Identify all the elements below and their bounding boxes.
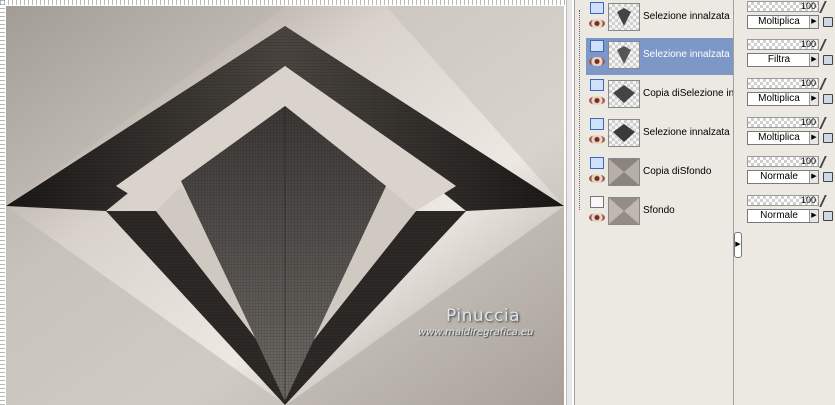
lock-icon[interactable] [823,94,833,104]
link-icon[interactable] [819,78,835,90]
layer-row[interactable]: Sfondo [586,194,734,231]
blend-mode-dropdown[interactable]: Moltiplica ▶ [747,92,819,106]
opacity-slider[interactable]: 100 [747,117,819,128]
opacity-slider[interactable]: 100 [747,156,819,167]
blend-mode-dropdown[interactable]: Normale ▶ [747,170,819,184]
layer-thumbnail [608,80,640,108]
dropdown-arrow-icon[interactable]: ▶ [809,93,818,105]
layer-thumbnail [608,158,640,186]
blend-mode-dropdown[interactable]: Normale ▶ [747,209,819,223]
opacity-slider[interactable]: 100 [747,195,819,206]
blend-mode-dropdown[interactable]: Moltiplica ▶ [747,131,819,145]
lock-icon[interactable] [823,172,833,182]
watermark-url: www.maidiregrafica.eu [418,327,534,338]
layer-properties-row: 100 Normale ▶ [744,155,835,193]
link-icon[interactable] [819,117,835,129]
lock-icon[interactable] [823,211,833,221]
blend-mode-dropdown[interactable]: Moltiplica ▶ [747,15,819,29]
blend-mode-value: Moltiplica [758,16,800,27]
layer-thumbnail [608,197,640,225]
canvas-scrollbar[interactable] [566,0,572,405]
opacity-value: 100 [800,78,816,88]
dropdown-arrow-icon[interactable]: ▶ [809,54,818,66]
link-icon[interactable] [819,195,835,207]
expand-arrow-icon[interactable]: ▶ [734,232,742,258]
layer-group-tree-line [579,10,580,210]
blend-mode-value: Moltiplica [758,93,800,104]
layer-name: Copia diSelezione innalzata [643,88,735,99]
layer-properties-row: 100 Moltiplica ▶ [744,77,835,115]
layer-row-selected[interactable]: Selezione innalzata 1 [586,38,735,75]
opacity-slider[interactable]: 100 [747,39,819,50]
layer-properties-row: 100 Moltiplica ▶ [744,0,835,38]
layer-row[interactable]: Selezione innalzata [586,116,734,153]
ruler-top [0,0,572,5]
opacity-slider[interactable]: 100 [747,1,819,12]
background-layer-icon [590,196,604,208]
layer-thumbnail [608,119,640,147]
opacity-value: 100 [800,156,816,166]
watermark-name: Pinuccia [446,306,520,326]
artwork [6,6,564,405]
raster-layer-icon [590,40,604,52]
image-canvas-area[interactable]: Pinuccia www.maidiregrafica.eu [0,0,572,405]
layer-properties-row: 100 Filtra ▶ [744,38,835,76]
opacity-slider[interactable]: 100 [747,78,819,89]
visibility-eye-icon[interactable] [589,135,605,144]
blend-mode-value: Normale [760,210,798,221]
layer-name: Selezione innalzata 1 [643,49,735,60]
layer-properties-row: 100 Moltiplica ▶ [744,116,835,154]
panel-splitter[interactable] [733,0,743,405]
blend-mode-value: Moltiplica [758,132,800,143]
layer-name: Selezione innalzata [643,127,730,138]
dropdown-arrow-icon[interactable]: ▶ [809,16,818,28]
raster-layer-icon [590,79,604,91]
layer-row[interactable]: Copia diSfondo [586,155,734,192]
layer-row[interactable]: Selezione innalzata 2 [586,0,735,37]
blend-mode-value: Filtra [767,54,791,65]
dropdown-arrow-icon[interactable]: ▶ [809,132,818,144]
dropdown-arrow-icon[interactable]: ▶ [809,210,818,222]
blend-mode-value: Normale [760,171,798,182]
link-icon[interactable] [819,39,835,51]
visibility-eye-icon[interactable] [589,19,605,28]
layer-properties-row: 100 Normale ▶ [744,194,835,232]
ruler-left [0,0,5,405]
image-canvas[interactable]: Pinuccia www.maidiregrafica.eu [6,6,564,405]
opacity-value: 100 [800,195,816,205]
lock-icon[interactable] [823,133,833,143]
blend-mode-dropdown[interactable]: Filtra ▶ [747,53,819,67]
link-icon[interactable] [819,1,835,13]
link-icon[interactable] [819,156,835,168]
opacity-value: 100 [800,39,816,49]
visibility-eye-icon[interactable] [589,96,605,105]
layer-name: Copia diSfondo [643,166,712,177]
opacity-value: 100 [800,1,816,11]
opacity-value: 100 [800,117,816,127]
visibility-eye-icon[interactable] [589,174,605,183]
layer-name: Selezione innalzata 2 [643,11,735,22]
raster-layer-icon [590,118,604,130]
layer-thumbnail [608,3,640,31]
layer-row[interactable]: Copia diSelezione innalzata [586,77,735,114]
lock-icon[interactable] [823,17,833,27]
visibility-eye-icon[interactable] [589,57,605,66]
raster-layer-icon [590,2,604,14]
visibility-eye-icon[interactable] [589,213,605,222]
layer-name: Sfondo [643,205,675,216]
dropdown-arrow-icon[interactable]: ▶ [809,171,818,183]
lock-icon[interactable] [823,55,833,65]
layer-thumbnail [608,41,640,69]
raster-layer-icon [590,157,604,169]
